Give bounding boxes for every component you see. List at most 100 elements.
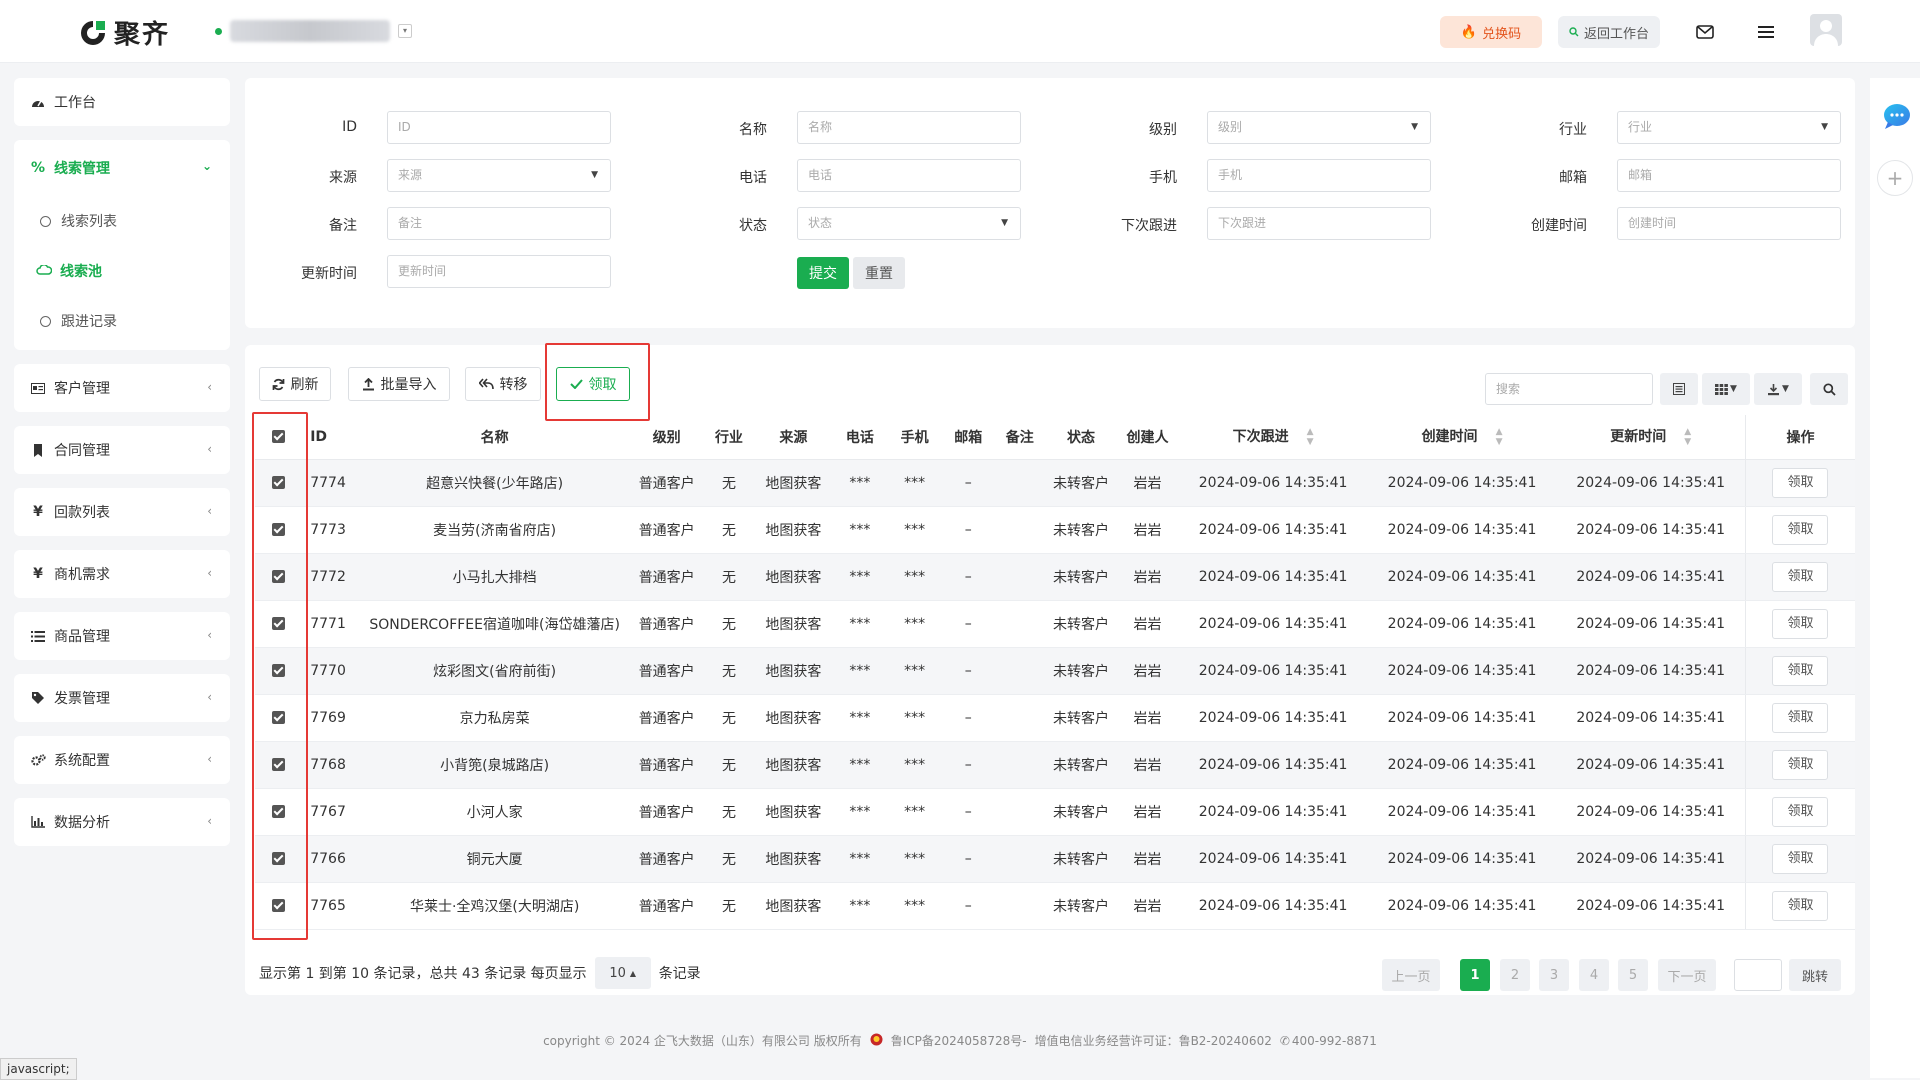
column-header-name[interactable]: 名称 — [360, 415, 630, 460]
refresh-button[interactable]: 刷新 — [259, 367, 331, 401]
page-button-5[interactable]: 5 — [1618, 959, 1648, 991]
page-button-3[interactable]: 3 — [1539, 959, 1569, 991]
sidebar-item-settings[interactable]: 系统配置 ‹ — [14, 736, 230, 784]
sort-icon: ▲ ▼ — [1306, 427, 1314, 448]
table-row[interactable]: 7770 炫彩图文(省府前街) 普通客户无地图获客 *** *** – 未转客户 岩岩 2024… — [255, 647, 1855, 695]
table-row[interactable]: 7768 小背篼(泉城路店) 普通客户无地图获客 *** *** – 未转客户 岩岩 2024-… — [255, 741, 1855, 789]
column-header-status[interactable]: 状态 — [1045, 415, 1117, 460]
cell-level: 普通客户 — [629, 459, 705, 507]
reset-button[interactable]: 重置 — [853, 257, 905, 289]
column-header-id[interactable]: ID — [302, 415, 361, 460]
column-header-source[interactable]: 来源 — [753, 415, 834, 460]
table-search-input[interactable]: 搜索 — [1485, 373, 1653, 405]
sort-icon: ▲ ▼ — [1684, 427, 1692, 448]
row-claim-button[interactable]: 领取 — [1772, 749, 1829, 780]
filter-input-mobile[interactable]: 手机 — [1207, 159, 1431, 192]
table-row[interactable]: 7767 小河人家 普通客户无地图获客 *** *** – 未转客户 岩岩 2024-09-06… — [255, 788, 1855, 836]
table-row[interactable]: 7774 超意兴快餐(少年路店) 普通客户无地图获客 *** *** – 未转客户 岩岩 202… — [255, 459, 1855, 507]
sidebar-item-contracts[interactable]: 合同管理 ‹ — [14, 426, 230, 474]
filter-select-level[interactable]: 级别 ▼ — [1207, 111, 1431, 144]
filter-select-status[interactable]: 状态 ▼ — [797, 207, 1021, 240]
row-claim-button[interactable]: 领取 — [1772, 467, 1829, 498]
next-page-button[interactable]: 下一页 — [1658, 959, 1716, 991]
table-row[interactable]: 7772 小马扎大排档 普通客户无地图获客 *** *** – 未转客户 岩岩 2024-09-… — [255, 553, 1855, 601]
row-actions: 领取 — [1744, 694, 1855, 742]
column-header-updated[interactable]: 更新时间 ▲ ▼ — [1556, 415, 1746, 460]
submit-button[interactable]: 提交 — [797, 257, 849, 289]
page-button-1[interactable]: 1 — [1460, 959, 1490, 991]
prev-page-button[interactable]: 上一页 — [1382, 959, 1440, 991]
filter-input-id[interactable]: ID — [387, 111, 611, 144]
filter-input-phone[interactable]: 电话 — [797, 159, 1021, 192]
chat-button[interactable] — [1882, 102, 1912, 134]
org-switcher[interactable]: ▾ — [215, 20, 412, 42]
export-button[interactable]: ▼ — [1754, 373, 1802, 405]
filter-input-remark[interactable]: 备注 — [387, 207, 611, 240]
sidebar-item-opportunities[interactable]: ¥ 商机需求 ‹ — [14, 550, 230, 598]
column-header-email[interactable]: 邮箱 — [942, 415, 995, 460]
row-claim-button[interactable]: 领取 — [1772, 796, 1829, 827]
column-header-mobile[interactable]: 手机 — [886, 415, 943, 460]
back-to-workbench-button[interactable]: 返回工作台 — [1558, 16, 1660, 48]
column-header-remark[interactable]: 备注 — [994, 415, 1046, 460]
footer-icp[interactable]: 鲁ICP备2024058728号- — [891, 1032, 1027, 1049]
sidebar-item-invoices[interactable]: 发票管理 ‹ — [14, 674, 230, 722]
toggle-view-button[interactable] — [1660, 373, 1698, 405]
row-claim-button[interactable]: 领取 — [1772, 843, 1829, 874]
row-claim-button[interactable]: 领取 — [1772, 702, 1829, 733]
avatar[interactable] — [1810, 14, 1842, 46]
row-claim-button[interactable]: 领取 — [1772, 514, 1829, 545]
table-row[interactable]: 7766 铜元大厦 普通客户无地图获客 *** *** – 未转客户 岩岩 2024-09-06… — [255, 835, 1855, 883]
row-claim-button[interactable]: 领取 — [1772, 890, 1829, 921]
transfer-button[interactable]: 转移 — [465, 367, 541, 401]
sidebar-item-customers[interactable]: 客户管理 ‹ — [14, 364, 230, 412]
row-claim-button[interactable]: 领取 — [1772, 561, 1829, 592]
sidebar-item-analytics[interactable]: 数据分析 ‹ — [14, 798, 230, 846]
jump-page-input[interactable] — [1734, 959, 1782, 991]
table-row[interactable]: 7769 京力私房菜 普通客户无地图获客 *** *** – 未转客户 岩岩 2024-09-0… — [255, 694, 1855, 742]
sidebar-subitem-lead-list[interactable]: 线索列表 — [14, 196, 230, 246]
cell-created: 2024-09-06 14:35:41 — [1367, 882, 1557, 930]
table-row[interactable]: 7765 华莱士·全鸡汉堡(大明湖店) 普通客户无地图获客 *** *** – 未转客户 岩岩… — [255, 882, 1855, 930]
column-header-industry[interactable]: 行业 — [704, 415, 754, 460]
filter-input-created[interactable]: 创建时间 — [1617, 207, 1841, 240]
logo[interactable]: 聚齐 — [78, 14, 170, 51]
menu-button[interactable] — [1749, 15, 1783, 49]
batch-import-button[interactable]: 批量导入 — [348, 367, 450, 401]
columns-button[interactable]: ▼ — [1702, 373, 1750, 405]
sidebar-item-workbench[interactable]: 工作台 — [14, 78, 230, 126]
sidebar-item-products[interactable]: 商品管理 ‹ — [14, 612, 230, 660]
column-header-created[interactable]: 创建时间 ▲ ▼ — [1367, 415, 1557, 460]
row-claim-button[interactable]: 领取 — [1772, 655, 1829, 686]
sidebar-subitem-lead-pool[interactable]: 线索池 — [14, 246, 230, 296]
mail-button[interactable] — [1688, 15, 1722, 49]
sidebar-subitem-follow-records[interactable]: 跟进记录 — [14, 296, 230, 346]
search-button[interactable] — [1810, 373, 1848, 405]
sidebar-subitem-label: 跟进记录 — [61, 314, 117, 330]
redeem-code-button[interactable]: 🔥 兑换码 — [1440, 16, 1542, 48]
page-button-2[interactable]: 2 — [1500, 959, 1530, 991]
page-size-select[interactable]: 10 ▲ — [594, 957, 651, 989]
filter-input-next-follow[interactable]: 下次跟进 — [1207, 207, 1431, 240]
column-header-level[interactable]: 级别 — [629, 415, 705, 460]
table-row[interactable]: 7771 SONDERCOFFEE宿道咖啡(海岱雄藩店) 普通客户无地图获客 *** *… — [255, 600, 1855, 648]
cell-remark — [994, 835, 1046, 883]
menu-card-workbench: 工作台 — [14, 78, 230, 126]
grid-icon — [1715, 383, 1728, 395]
filter-select-source[interactable]: 来源 ▼ — [387, 159, 611, 192]
sidebar-item-payments[interactable]: ¥ 回款列表 ‹ — [14, 488, 230, 536]
add-button[interactable]: + — [1877, 160, 1913, 196]
page-button-4[interactable]: 4 — [1579, 959, 1609, 991]
filter-input-email[interactable]: 邮箱 — [1617, 159, 1841, 192]
column-header-phone[interactable]: 电话 — [833, 415, 887, 460]
caret-down-icon[interactable]: ▾ — [398, 24, 412, 38]
jump-button[interactable]: 跳转 — [1789, 959, 1841, 991]
row-claim-button[interactable]: 领取 — [1772, 608, 1829, 639]
filter-select-industry[interactable]: 行业 ▼ — [1617, 111, 1841, 144]
column-header-next-follow[interactable]: 下次跟进 ▲ ▼ — [1178, 415, 1368, 460]
column-header-creator[interactable]: 创建人 — [1116, 415, 1179, 460]
sidebar-item-leads[interactable]: % 线索管理 ⌄ — [14, 140, 230, 196]
table-row[interactable]: 7773 麦当劳(济南省府店) 普通客户无地图获客 *** *** – 未转客户 岩岩 2024… — [255, 506, 1855, 554]
filter-input-name[interactable]: 名称 — [797, 111, 1021, 144]
filter-input-updated[interactable]: 更新时间 — [387, 255, 611, 288]
